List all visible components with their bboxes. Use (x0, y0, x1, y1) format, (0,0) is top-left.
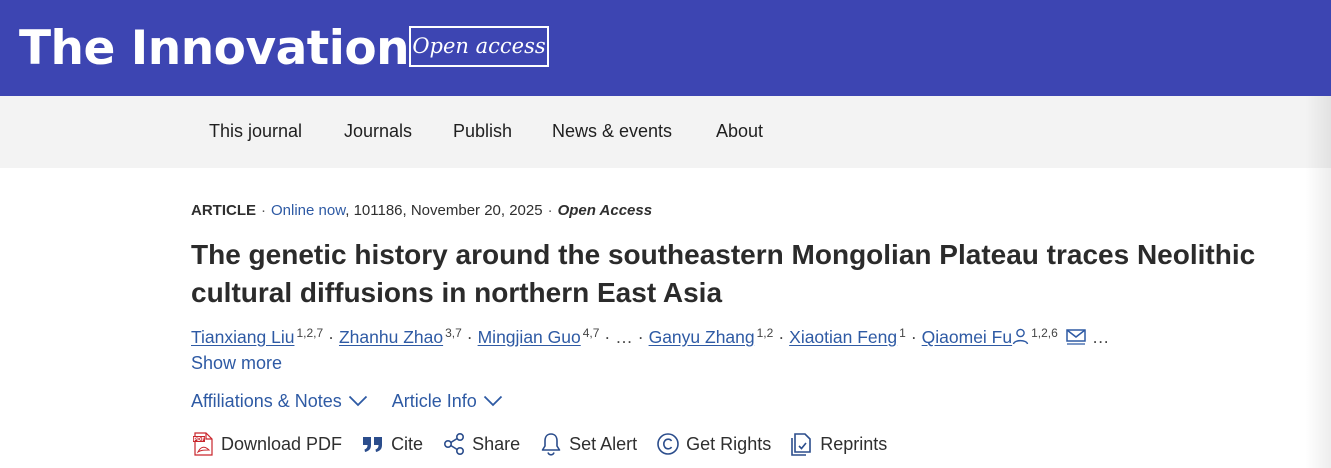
author-separator: · (328, 327, 334, 347)
meta-separator: · (261, 202, 266, 219)
nav-publish[interactable]: Publish (453, 120, 512, 142)
chevron-down-icon (348, 395, 367, 407)
meta-comma: , (345, 202, 354, 219)
author-separator: · (604, 327, 611, 347)
journal-logo[interactable]: The Innovation (19, 18, 410, 80)
author-link[interactable]: Qiaomei Fu (922, 327, 1012, 347)
reprints-button[interactable]: Reprints (790, 432, 887, 456)
site-header: The Innovation Open access (0, 0, 1331, 96)
action-label: Cite (391, 434, 424, 454)
open-access-badge: Open access (409, 26, 549, 67)
open-access-label: Open Access (557, 202, 653, 219)
share-button[interactable]: Share (442, 432, 520, 456)
author-separator: · (466, 327, 473, 347)
author-ellipsis: … (615, 327, 633, 347)
author-affiliations[interactable]: 3,7 (445, 326, 462, 340)
action-label: Share (472, 434, 521, 454)
author-affiliations[interactable]: 1,2,6 (1031, 326, 1058, 340)
article-meta: ARTICLE · Online now, 101186, November 20,… (191, 202, 652, 220)
action-label: Set Alert (569, 434, 638, 454)
author-separator: · (910, 327, 917, 347)
pdf-icon: PDF (193, 432, 213, 456)
show-more-authors-button[interactable]: Show more (191, 352, 282, 374)
author-separator: · (637, 327, 644, 347)
author-link[interactable]: Mingjian Guo (478, 327, 581, 347)
article-info-toggle[interactable]: Article Info (392, 390, 503, 412)
share-icon (444, 432, 465, 456)
author-link[interactable]: Xiaotian Feng (789, 327, 897, 347)
chevron-down-icon (483, 395, 502, 407)
get-rights-button[interactable]: Get Rights (656, 432, 771, 456)
article-citation: 101186, November 20, 2025 (353, 202, 543, 219)
main-nav: This journal Journals Publish News & eve… (0, 96, 1331, 168)
copyright-icon (657, 433, 679, 455)
affiliations-notes-toggle[interactable]: Affiliations & Notes (191, 390, 368, 412)
page-edge-shadow (1305, 96, 1331, 468)
nav-about[interactable]: About (716, 120, 763, 142)
set-alert-button[interactable]: Set Alert (539, 432, 637, 456)
toggle-label: Affiliations & Notes (191, 391, 342, 411)
author-ellipsis: … (1091, 327, 1110, 347)
article-actions: PDF Download PDF Cite Share Set Alert Ge… (191, 432, 906, 456)
nav-journals[interactable]: Journals (344, 120, 412, 142)
author-affiliations[interactable]: 1 (899, 326, 906, 340)
author-affiliations[interactable]: 1,2 (757, 326, 774, 340)
online-now-link[interactable]: Online now (271, 202, 345, 219)
author-link[interactable]: Ganyu Zhang (649, 327, 755, 347)
nav-this-journal[interactable]: This journal (209, 120, 302, 142)
article-toggles: Affiliations & Notes Article Info (191, 390, 503, 412)
author-link[interactable]: Zhanhu Zhao (339, 327, 443, 347)
action-label: Get Rights (686, 434, 772, 454)
action-label: Download PDF (221, 434, 343, 454)
article-title: The genetic history around the southeast… (191, 239, 1256, 308)
nav-news-events[interactable]: News & events (552, 120, 672, 142)
toggle-label: Article Info (391, 391, 477, 411)
bell-icon (541, 433, 561, 456)
action-label: Reprints (820, 434, 888, 454)
author-affiliations[interactable]: 1,2,7 (296, 326, 323, 340)
author-list: Tianxiang Liu 1,2,7 · Zhanhu Zhao 3,7 · Mingji… (191, 322, 1109, 350)
meta-separator: · (547, 202, 553, 219)
author-link[interactable]: Tianxiang Liu (191, 327, 294, 347)
quote-icon (363, 437, 383, 452)
article-type: ARTICLE (191, 202, 256, 219)
download-pdf-button[interactable]: PDF Download PDF (191, 432, 342, 456)
reprints-icon (791, 433, 812, 456)
email-icon[interactable] (1066, 328, 1086, 350)
person-icon (1012, 328, 1029, 350)
cite-button[interactable]: Cite (361, 432, 423, 456)
author-separator: · (778, 327, 785, 347)
author-affiliations[interactable]: 4,7 (583, 326, 600, 340)
svg-text:PDF: PDF (193, 437, 204, 443)
